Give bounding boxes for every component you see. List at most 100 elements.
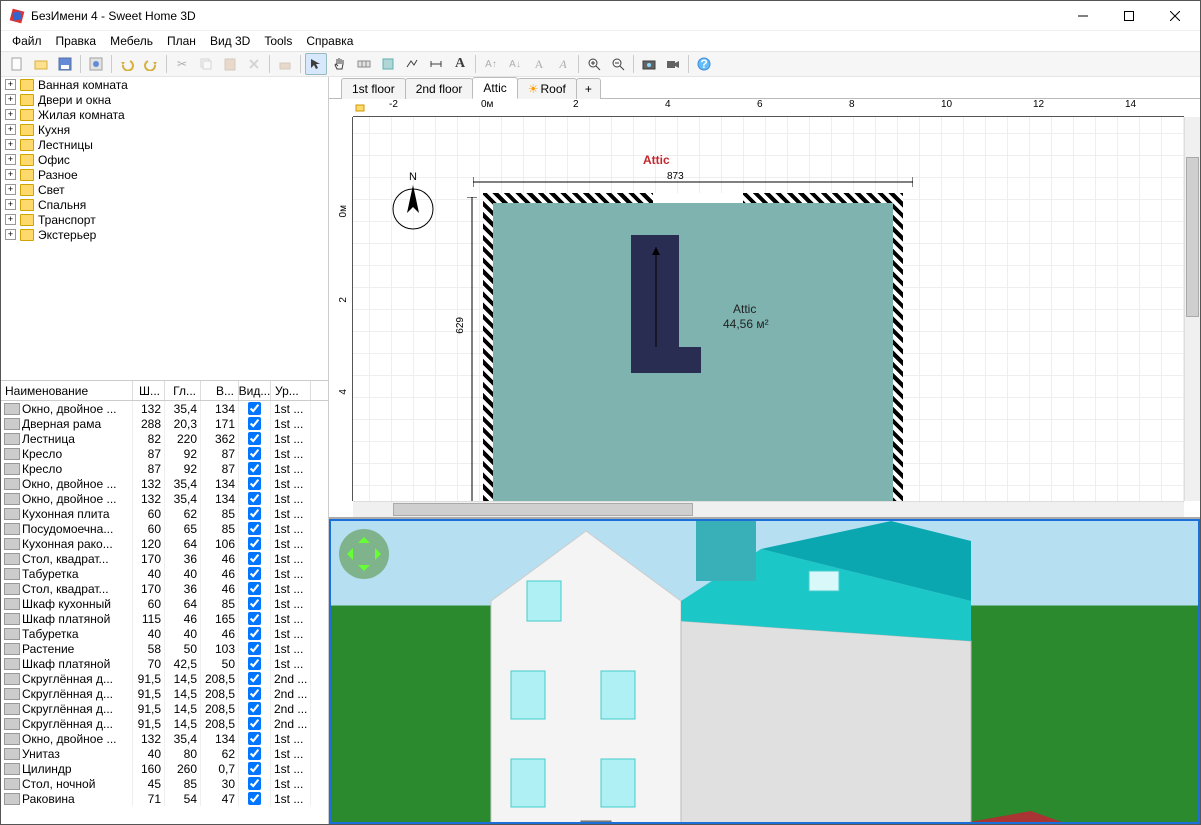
table-row[interactable]: Табуретка4040461st ... [1, 566, 328, 581]
table-row[interactable]: Кресло8792871st ... [1, 461, 328, 476]
catalog-item[interactable]: +Офис [1, 152, 328, 167]
open-file-button[interactable] [30, 53, 52, 75]
expand-icon[interactable]: + [5, 124, 16, 135]
expand-icon[interactable]: + [5, 214, 16, 225]
visible-checkbox[interactable] [248, 522, 261, 535]
expand-icon[interactable]: + [5, 154, 16, 165]
col-depth[interactable]: Гл... [165, 381, 201, 400]
table-row[interactable]: Растение58501031st ... [1, 641, 328, 656]
col-level[interactable]: Ур... [271, 381, 311, 400]
add-furniture-button[interactable] [274, 53, 296, 75]
catalog-item[interactable]: +Ванная комната [1, 77, 328, 92]
visible-checkbox[interactable] [248, 672, 261, 685]
dimension-tool-button[interactable] [425, 53, 447, 75]
visible-checkbox[interactable] [248, 567, 261, 580]
expand-icon[interactable]: + [5, 79, 16, 90]
menu-вид 3d[interactable]: Вид 3D [203, 32, 257, 50]
wall-tool-button[interactable] [353, 53, 375, 75]
table-row[interactable]: Скруглённая д...91,514,5208,52nd ... [1, 701, 328, 716]
menu-план[interactable]: План [160, 32, 203, 50]
visible-checkbox[interactable] [248, 627, 261, 640]
catalog-item[interactable]: +Кухня [1, 122, 328, 137]
menu-tools[interactable]: Tools [257, 32, 299, 50]
plan-object-2[interactable] [631, 347, 701, 373]
table-row[interactable]: Кресло8792871st ... [1, 446, 328, 461]
table-row[interactable]: Окно, двойное ...13235,41341st ... [1, 731, 328, 746]
save-button[interactable] [54, 53, 76, 75]
catalog-item[interactable]: +Жилая комната [1, 107, 328, 122]
zoom-in-button[interactable] [583, 53, 605, 75]
tab-1st-floor[interactable]: 1st floor [341, 78, 406, 99]
copy-button[interactable] [195, 53, 217, 75]
visible-checkbox[interactable] [248, 792, 261, 805]
visible-checkbox[interactable] [248, 477, 261, 490]
help-button[interactable]: ? [693, 53, 715, 75]
table-row[interactable]: Стол, ночной4585301st ... [1, 776, 328, 791]
expand-icon[interactable]: + [5, 199, 16, 210]
table-row[interactable]: Раковина7154471st ... [1, 791, 328, 806]
table-row[interactable]: Шкаф платяной7042,5501st ... [1, 656, 328, 671]
catalog-item[interactable]: +Транспорт [1, 212, 328, 227]
col-visible[interactable]: Вид... [239, 381, 271, 400]
furniture-table-header[interactable]: Наименование Ш... Гл... В... Вид... Ур..… [1, 381, 328, 401]
table-row[interactable]: Окно, двойное ...13235,41341st ... [1, 401, 328, 416]
furniture-catalog-tree[interactable]: +Ванная комната+Двери и окна+Жилая комна… [1, 77, 328, 381]
text-italic-button[interactable]: A [552, 53, 574, 75]
visible-checkbox[interactable] [248, 717, 261, 730]
expand-icon[interactable]: + [5, 229, 16, 240]
cut-button[interactable]: ✂ [171, 53, 193, 75]
photo-button[interactable] [638, 53, 660, 75]
expand-icon[interactable]: + [5, 109, 16, 120]
catalog-item[interactable]: +Лестницы [1, 137, 328, 152]
catalog-item[interactable]: +Свет [1, 182, 328, 197]
minimize-button[interactable] [1060, 1, 1106, 31]
col-height[interactable]: В... [201, 381, 239, 400]
plan-scrollbar-horizontal[interactable] [353, 501, 1184, 517]
plan-view[interactable]: -20м2468101214 0м24 Attic 873 Attic 44,5… [329, 99, 1200, 519]
zoom-out-button[interactable] [607, 53, 629, 75]
table-row[interactable]: Шкаф кухонный6064851st ... [1, 596, 328, 611]
visible-checkbox[interactable] [248, 657, 261, 670]
plan-canvas[interactable]: Attic 873 Attic 44,56 м² 629 N [353, 117, 1184, 501]
visible-checkbox[interactable] [248, 642, 261, 655]
visible-checkbox[interactable] [248, 432, 261, 445]
room-tool-button[interactable] [377, 53, 399, 75]
visible-checkbox[interactable] [248, 597, 261, 610]
menu-правка[interactable]: Правка [49, 32, 104, 50]
table-row[interactable]: Унитаз4080621st ... [1, 746, 328, 761]
close-button[interactable] [1152, 1, 1198, 31]
catalog-item[interactable]: +Двери и окна [1, 92, 328, 107]
expand-icon[interactable]: + [5, 184, 16, 195]
undo-button[interactable] [116, 53, 138, 75]
table-row[interactable]: Скруглённая д...91,514,5208,52nd ... [1, 686, 328, 701]
table-row[interactable]: Посудомоечна...6065851st ... [1, 521, 328, 536]
visible-checkbox[interactable] [248, 492, 261, 505]
visible-checkbox[interactable] [248, 747, 261, 760]
table-row[interactable]: Стол, квадрат...17036461st ... [1, 551, 328, 566]
table-row[interactable]: Лестница822203621st ... [1, 431, 328, 446]
visible-checkbox[interactable] [248, 417, 261, 430]
menu-мебель[interactable]: Мебель [103, 32, 160, 50]
text-tool-button[interactable]: A [449, 53, 471, 75]
paste-button[interactable] [219, 53, 241, 75]
visible-checkbox[interactable] [248, 507, 261, 520]
catalog-item[interactable]: +Экстерьер [1, 227, 328, 242]
maximize-button[interactable] [1106, 1, 1152, 31]
view-3d[interactable] [329, 519, 1200, 824]
add-level-button[interactable]: + [576, 78, 601, 99]
visible-checkbox[interactable] [248, 462, 261, 475]
visible-checkbox[interactable] [248, 612, 261, 625]
table-row[interactable]: Дверная рама28820,31711st ... [1, 416, 328, 431]
table-row[interactable]: Кухонная рако...120641061st ... [1, 536, 328, 551]
preferences-button[interactable] [85, 53, 107, 75]
catalog-item[interactable]: +Спальня [1, 197, 328, 212]
delete-button[interactable] [243, 53, 265, 75]
expand-icon[interactable]: + [5, 169, 16, 180]
table-row[interactable]: Скруглённая д...91,514,5208,52nd ... [1, 716, 328, 731]
visible-checkbox[interactable] [248, 762, 261, 775]
tab-roof[interactable]: ☀Roof [517, 78, 577, 99]
visible-checkbox[interactable] [248, 732, 261, 745]
text-small-button[interactable]: A↓ [504, 53, 526, 75]
visible-checkbox[interactable] [248, 777, 261, 790]
expand-icon[interactable]: + [5, 139, 16, 150]
